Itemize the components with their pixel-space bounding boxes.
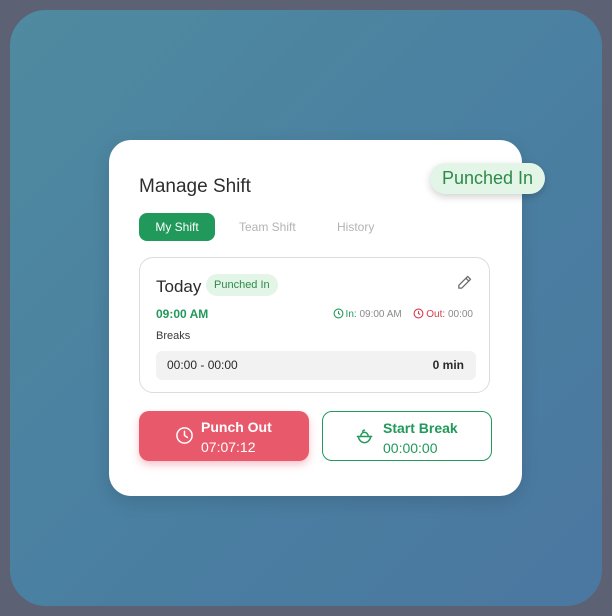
start-break-button[interactable]: Start Break 00:00:00 bbox=[322, 411, 492, 461]
clock-in-icon bbox=[333, 308, 343, 319]
start-break-timer: 00:00:00 bbox=[383, 440, 438, 456]
break-range: 00:00 - 00:00 bbox=[167, 358, 238, 372]
breaks-label: Breaks bbox=[156, 330, 191, 342]
out-time: 00:00 bbox=[447, 309, 473, 320]
clock-icon bbox=[176, 427, 193, 444]
punch-out-label: Punch Out bbox=[201, 419, 272, 435]
today-label: Today bbox=[156, 277, 202, 296]
punch-out-timer: 07:07:12 bbox=[201, 439, 256, 455]
break-total: 0 min bbox=[432, 358, 464, 372]
in-out-times: In: 09:00 AM Out: 00:00 bbox=[333, 308, 473, 320]
punched-in-status-badge: Punched In bbox=[430, 163, 545, 194]
shift-start-time: 09:00 AM bbox=[156, 307, 209, 321]
food-bowl-icon bbox=[356, 429, 373, 444]
tab-my-shift[interactable]: My Shift bbox=[139, 213, 215, 241]
out-label: Out: bbox=[426, 309, 446, 320]
today-status-badge: Punched In bbox=[206, 274, 278, 296]
start-break-label: Start Break bbox=[383, 420, 458, 436]
clock-out-icon bbox=[413, 308, 424, 319]
punch-out-button[interactable]: Punch Out 07:07:12 bbox=[139, 411, 309, 461]
in-time: 09:00 AM bbox=[359, 309, 402, 320]
break-row: 00:00 - 00:00 0 min bbox=[156, 351, 476, 380]
in-label: In: bbox=[345, 309, 357, 320]
pencil-icon[interactable] bbox=[456, 274, 473, 291]
tab-team-shift[interactable]: Team Shift bbox=[239, 213, 296, 241]
today-panel: Today Punched In 09:00 AM In: 09:00 AM O… bbox=[139, 257, 490, 393]
app-frame: Manage Shift My Shift Team Shift History… bbox=[0, 0, 612, 616]
card-title: Manage Shift bbox=[139, 176, 251, 197]
tab-history[interactable]: History bbox=[337, 213, 374, 241]
